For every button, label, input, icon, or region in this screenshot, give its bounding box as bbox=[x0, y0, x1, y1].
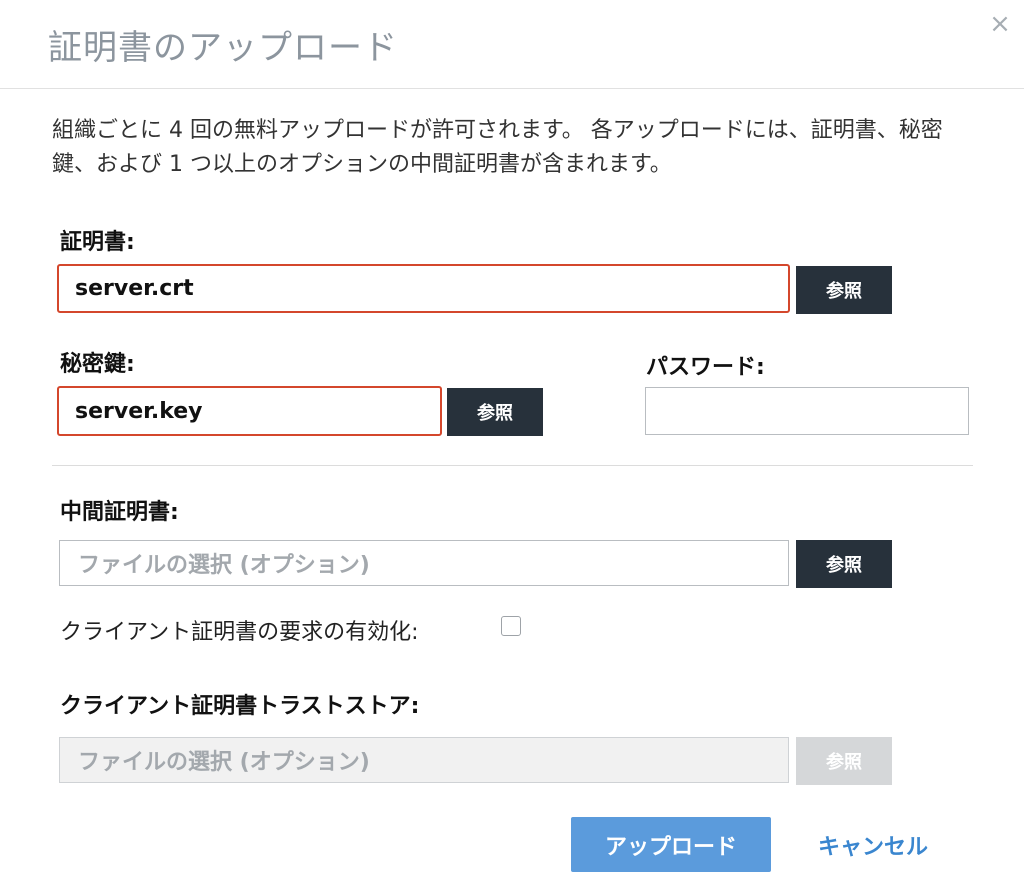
client-cert-request-checkbox[interactable] bbox=[501, 616, 521, 636]
private-key-browse-button[interactable]: 参照 bbox=[447, 388, 543, 436]
client-cert-request-label: クライアント証明書の要求の有効化: bbox=[60, 620, 419, 645]
close-icon[interactable]: × bbox=[988, 10, 1012, 38]
certificate-browse-button[interactable]: 参照 bbox=[796, 266, 892, 314]
certificate-file-input[interactable]: server.crt bbox=[57, 264, 790, 313]
dialog-description: 組織ごとに 4 回の無料アップロードが許可されます。 各アップロードには、証明書… bbox=[52, 118, 943, 177]
private-key-label: 秘密鍵: bbox=[60, 352, 135, 377]
truststore-input[interactable]: ファイルの選択 (オプション) bbox=[59, 737, 789, 783]
private-key-file-input[interactable]: server.key bbox=[57, 386, 442, 436]
truststore-label: クライアント証明書トラストストア: bbox=[60, 694, 420, 719]
password-label: パスワード: bbox=[646, 355, 765, 380]
dialog-title: 証明書のアップロード bbox=[48, 28, 398, 68]
section-divider bbox=[52, 465, 973, 466]
cancel-button[interactable]: キャンセル bbox=[808, 826, 938, 864]
intermediate-certificate-input[interactable]: ファイルの選択 (オプション) bbox=[59, 540, 789, 586]
password-field[interactable] bbox=[645, 387, 969, 435]
dialog-header: 証明書のアップロード × bbox=[0, 0, 1024, 89]
truststore-browse-button[interactable]: 参照 bbox=[796, 737, 892, 785]
intermediate-browse-button[interactable]: 参照 bbox=[796, 540, 892, 588]
upload-button[interactable]: アップロード bbox=[571, 817, 771, 872]
certificate-label: 証明書: bbox=[60, 230, 135, 255]
intermediate-certificate-label: 中間証明書: bbox=[60, 500, 179, 525]
upload-certificate-dialog: 証明書のアップロード × 組織ごとに 4 回の無料アップロードが許可されます。 … bbox=[0, 0, 1024, 884]
